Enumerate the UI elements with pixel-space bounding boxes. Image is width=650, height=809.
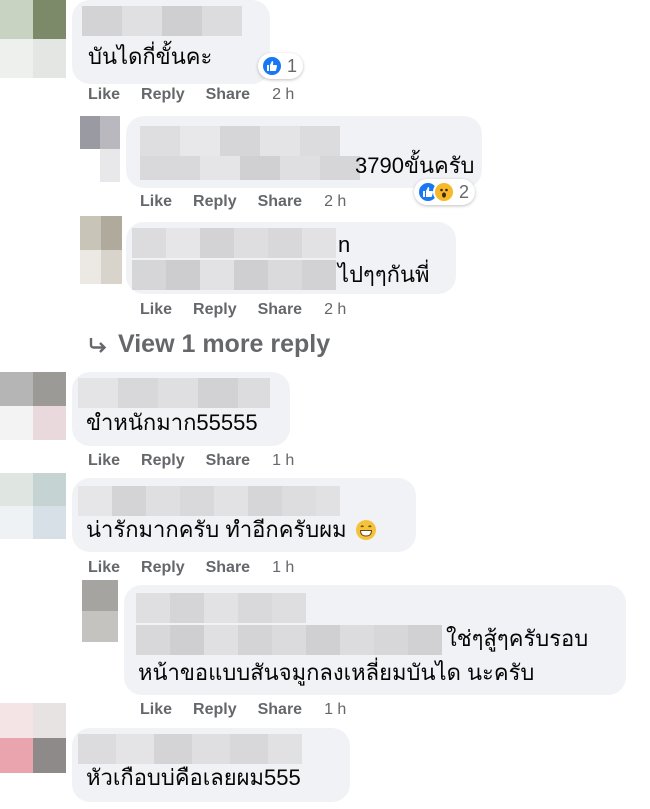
reply-button[interactable]: Reply <box>141 452 185 470</box>
avatar[interactable] <box>0 703 66 773</box>
avatar[interactable] <box>80 216 122 284</box>
comment-actions: Like Reply Share 1 h <box>140 701 346 719</box>
like-button[interactable]: Like <box>88 559 120 577</box>
blurred-text <box>136 625 442 655</box>
reply-button[interactable]: Reply <box>193 701 237 719</box>
timestamp[interactable]: 2 h <box>272 86 294 104</box>
blurred-author-name <box>140 126 340 156</box>
comment-text: ไปๆๆกันพี่ <box>338 262 430 287</box>
comment-text: n <box>338 232 351 257</box>
reaction-summary[interactable]: 2 <box>414 179 476 205</box>
blurred-text <box>132 260 336 290</box>
like-button[interactable]: Like <box>140 701 172 719</box>
blurred-author-name <box>78 734 302 764</box>
comment-actions: Like Reply Share 2 h <box>140 301 346 319</box>
blurred-author-name <box>78 378 270 408</box>
share-button[interactable]: Share <box>258 301 302 319</box>
avatar[interactable] <box>0 372 66 440</box>
share-button[interactable]: Share <box>206 452 250 470</box>
reaction-count: 2 <box>459 181 470 202</box>
timestamp[interactable]: 1 h <box>272 452 294 470</box>
comment-text-content: น่ารักมากครับ ทำอีกครับผม <box>86 517 347 542</box>
share-button[interactable]: Share <box>258 193 302 211</box>
comment-text: หน้าขอแบบสันจมูกลงเหลี่ยมบันได นะครับ <box>138 660 535 685</box>
timestamp[interactable]: 2 h <box>324 193 346 211</box>
comment-actions: Like Reply Share 2 h <box>88 86 294 104</box>
comment-text: หัวเกือบบ่คือเลยผม555 <box>86 765 301 790</box>
blurred-author-name <box>136 593 306 623</box>
comment-actions: Like Reply Share 1 h <box>88 559 294 577</box>
comment-actions: Like Reply Share 2 h <box>140 193 346 211</box>
reply-button[interactable]: Reply <box>141 86 185 104</box>
view-more-replies-label: View 1 more reply <box>118 330 331 358</box>
reply-button[interactable]: Reply <box>193 301 237 319</box>
blurred-author-name <box>78 486 340 516</box>
reaction-summary[interactable]: 1 <box>258 53 304 79</box>
avatar[interactable] <box>82 580 118 642</box>
timestamp[interactable]: 2 h <box>324 301 346 319</box>
share-button[interactable]: Share <box>258 701 302 719</box>
timestamp[interactable]: 1 h <box>272 559 294 577</box>
blurred-author-name <box>132 228 336 258</box>
avatar[interactable] <box>0 0 66 78</box>
comment-text: ขำหนักมาก55555 <box>86 410 258 435</box>
blurred-text <box>140 156 360 180</box>
like-icon <box>261 55 283 77</box>
reply-button[interactable]: Reply <box>193 193 237 211</box>
comment-text: 3790ขั้นครับ <box>355 153 475 178</box>
like-button[interactable]: Like <box>88 86 120 104</box>
blurred-author-name <box>82 6 242 36</box>
share-button[interactable]: Share <box>206 86 250 104</box>
comment-text: น่ารักมากครับ ทำอีกครับผม <box>86 517 377 543</box>
timestamp[interactable]: 1 h <box>324 701 346 719</box>
comment-bubble <box>72 0 270 84</box>
wow-icon <box>433 181 455 203</box>
like-button[interactable]: Like <box>88 452 120 470</box>
reply-arrow-icon <box>88 336 108 354</box>
avatar[interactable] <box>80 116 120 182</box>
share-button[interactable]: Share <box>206 559 250 577</box>
comment-text: ใช่ๆสู้ๆครับรอบ <box>446 626 589 651</box>
grinning-face-icon <box>355 519 377 541</box>
reaction-count: 1 <box>287 55 298 76</box>
like-button[interactable]: Like <box>140 193 172 211</box>
like-button[interactable]: Like <box>140 301 172 319</box>
reply-button[interactable]: Reply <box>141 559 185 577</box>
avatar[interactable] <box>0 473 66 539</box>
comment-actions: Like Reply Share 1 h <box>88 452 294 470</box>
view-more-replies-link[interactable]: View 1 more reply <box>88 330 330 359</box>
comment-text: บันไดกี่ขั้นคะ <box>88 44 213 69</box>
